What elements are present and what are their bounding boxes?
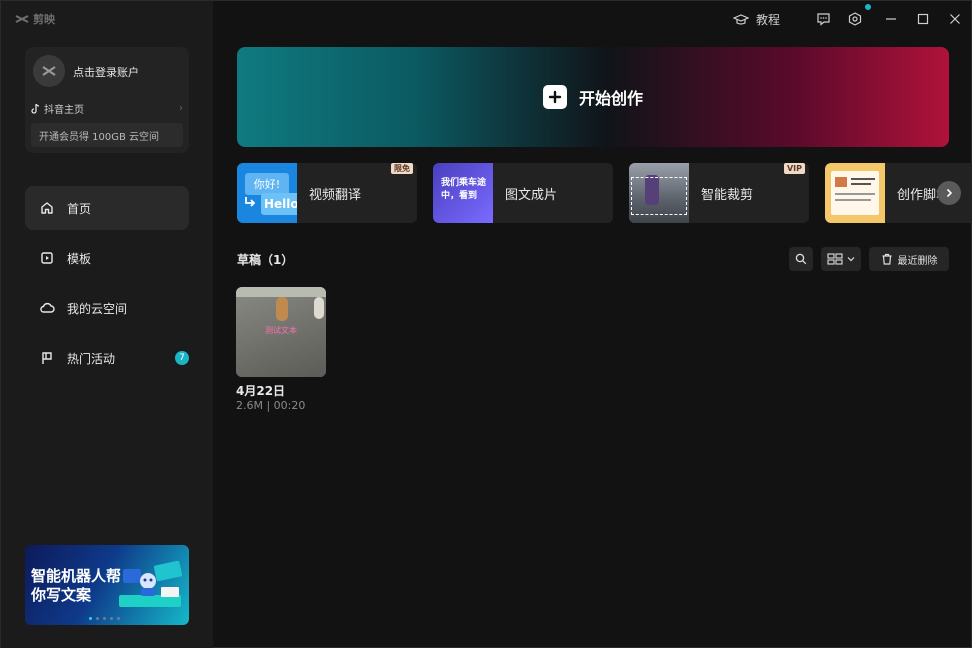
maximize-icon [917, 13, 929, 25]
smart-crop-thumbnail [629, 163, 689, 223]
sidebar-item-events[interactable]: 热门活动 7 [25, 336, 189, 380]
avatar[interactable] [33, 55, 65, 87]
robot-illustration-icon [119, 560, 183, 607]
thumb-text-top: 你好! [245, 173, 289, 195]
plus-icon [542, 85, 567, 109]
close-icon [950, 14, 960, 24]
start-creating-button[interactable]: 开始创作 [237, 47, 949, 147]
member-upgrade-button[interactable]: 开通会员得 100GB 云空间 [31, 123, 183, 147]
app-window: 剪映 点击登录账户 抖音主页 › 开通会员得 100GB 云空间 首页 模板 我… [0, 0, 972, 648]
sidebar-item-templates[interactable]: 模板 [25, 236, 189, 280]
pagination-dot[interactable] [103, 617, 106, 620]
capcut-logo-icon [15, 15, 29, 23]
start-creating-label: 开始创作 [578, 89, 643, 108]
tutorial-label: 教程 [756, 13, 781, 27]
minimize-icon [886, 18, 896, 20]
tool-label: 智能裁剪 [701, 187, 754, 203]
graduation-cap-icon [733, 13, 749, 25]
app-name: 剪映 [33, 13, 55, 26]
sidebar: 剪映 点击登录账户 抖音主页 › 开通会员得 100GB 云空间 首页 模板 我… [1, 1, 213, 648]
sidebar-item-label: 模板 [67, 251, 92, 266]
tool-smart-crop[interactable]: 智能裁剪 VIP [629, 163, 809, 223]
douyin-home-link[interactable]: 抖音主页 › [31, 101, 183, 116]
template-icon [39, 250, 55, 266]
cat-figure [314, 297, 324, 319]
settings-button[interactable] [848, 4, 871, 26]
pagination-dot[interactable] [89, 617, 92, 620]
maximize-button[interactable] [917, 12, 929, 26]
home-icon [39, 200, 55, 216]
feedback-button[interactable] [816, 12, 831, 26]
tool-shortcuts: 你好! Hello 视频翻译 限免 我们乘车途中，看到 图文成片 智能裁剪 VI… [237, 163, 972, 223]
script-thumbnail [825, 163, 885, 223]
pagination-dot[interactable] [110, 617, 113, 620]
free-tag: 限免 [391, 163, 413, 174]
close-button[interactable] [949, 12, 961, 26]
sidebar-item-label: 我的云空间 [67, 301, 128, 316]
sidebar-item-label: 热门活动 [67, 351, 116, 366]
cat-figure [276, 297, 288, 321]
flag-icon [39, 350, 55, 366]
account-card: 点击登录账户 抖音主页 › 开通会员得 100GB 云空间 [25, 47, 189, 153]
arrow-turn-icon [245, 197, 256, 207]
capcut-avatar-icon [42, 66, 56, 76]
promo-banner[interactable]: 智能机器人帮你写文案 [25, 545, 189, 625]
draft-meta: 2.6M | 00:20 [236, 399, 306, 412]
banner-pagination [89, 617, 120, 620]
recent-delete-label: 最近删除 [897, 255, 938, 267]
draft-thumbnail[interactable]: 测试文本 [236, 287, 326, 377]
sidebar-item-label: 首页 [67, 201, 92, 216]
tool-text-to-video[interactable]: 我们乘车途中，看到 图文成片 [433, 163, 613, 223]
search-icon [795, 253, 807, 265]
vip-tag: VIP [783, 163, 805, 174]
settings-hexagon-icon [848, 12, 862, 26]
pagination-dot[interactable] [117, 617, 120, 620]
sidebar-item-cloud[interactable]: 我的云空间 [25, 286, 189, 330]
recent-delete-button[interactable]: 最近删除 [869, 247, 949, 271]
sidebar-nav: 首页 模板 我的云空间 热门活动 7 [25, 186, 189, 386]
login-link[interactable]: 点击登录账户 [73, 64, 139, 80]
message-icon [817, 13, 830, 26]
tool-label: 图文成片 [505, 187, 558, 203]
video-translate-thumbnail: 你好! Hello [237, 163, 297, 223]
tiktok-icon [31, 103, 40, 114]
text-to-video-thumbnail: 我们乘车途中，看到 [433, 163, 493, 223]
update-dot [865, 4, 871, 10]
chevron-right-icon [946, 188, 953, 198]
tool-video-translate[interactable]: 你好! Hello 视频翻译 限免 [237, 163, 417, 223]
app-logo: 剪映 [15, 11, 55, 27]
pagination-dot[interactable] [96, 617, 99, 620]
search-button[interactable] [789, 247, 813, 271]
draft-name[interactable]: 4月22日 [236, 382, 285, 399]
drafts-title: 草稿（1） [237, 253, 294, 267]
notification-badge: 7 [175, 351, 189, 365]
cloud-icon [39, 300, 55, 316]
sidebar-item-home[interactable]: 首页 [25, 186, 189, 230]
scroll-right-button[interactable] [937, 181, 961, 205]
trash-icon [882, 253, 891, 265]
draft-caption: 测试文本 [265, 326, 297, 335]
chevron-right-icon: › [179, 103, 183, 114]
grid-view-icon [827, 253, 843, 265]
tool-label: 视频翻译 [309, 187, 362, 203]
minimize-button[interactable] [885, 12, 897, 26]
view-toggle-button[interactable] [821, 247, 861, 271]
title-bar: 教程 [213, 1, 971, 37]
thumb-text-bottom: Hello [261, 193, 297, 215]
douyin-label: 抖音主页 [44, 105, 84, 116]
tutorial-button[interactable]: 教程 [733, 11, 780, 28]
chevron-down-icon [847, 257, 855, 262]
thumb-text: 我们乘车途中，看到 [441, 178, 487, 201]
